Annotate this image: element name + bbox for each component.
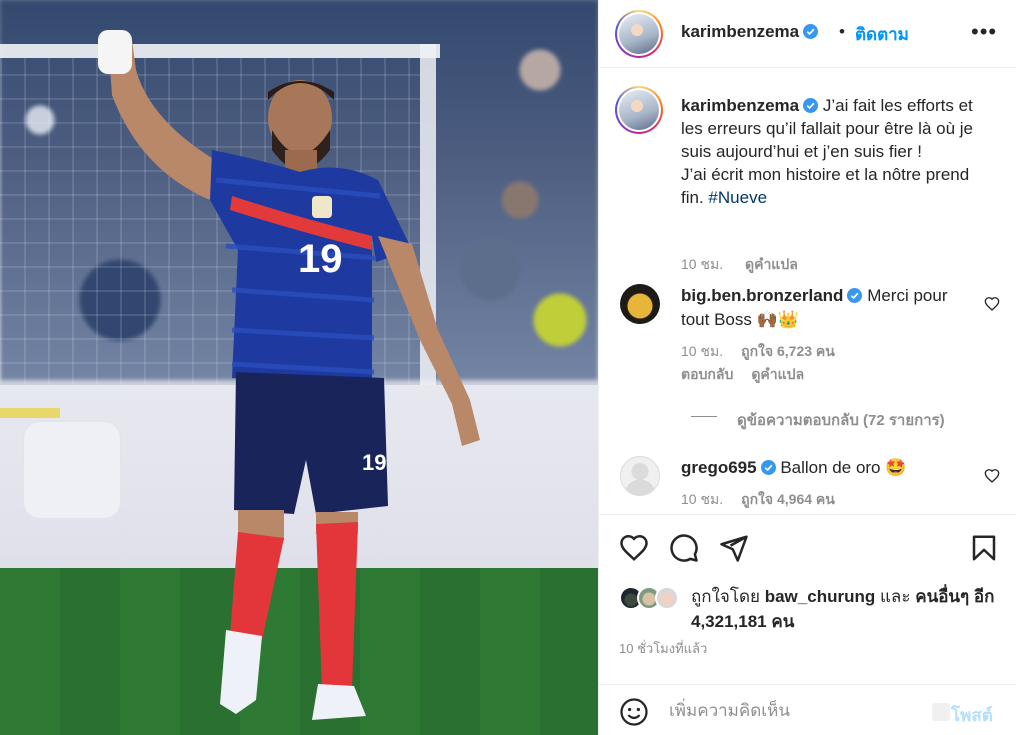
commenter-avatar[interactable] (620, 284, 660, 324)
comment-input[interactable] (669, 695, 924, 727)
comment-like-heart-icon[interactable] (984, 468, 1000, 484)
more-options-icon[interactable]: ••• (971, 14, 997, 50)
liked-by-text: ถูกใจโดย baw_churung และ คนอื่นๆ อีก 4,3… (691, 584, 1001, 634)
share-paper-plane-icon[interactable] (719, 533, 749, 563)
emoji-icon[interactable] (619, 697, 649, 727)
replies-divider (691, 416, 717, 417)
comments-list[interactable]: karimbenzema J’ai fait les efforts et le… (599, 68, 1016, 514)
liker-avatar[interactable] (655, 586, 679, 610)
post-header: karimbenzema • ติดตาม ••• (599, 0, 1016, 68)
commenter-avatar[interactable] (620, 456, 660, 496)
hashtag-link[interactable]: #Nueve (708, 188, 767, 207)
verified-badge-icon (847, 288, 863, 303)
comment-like-heart-icon[interactable] (984, 296, 1000, 312)
verified-badge-icon (760, 460, 776, 475)
comment-meta: 10 ชม. ถูกใจ 4,964 คน (681, 488, 853, 511)
reply-button[interactable]: ตอบกลับ (681, 366, 733, 382)
separator-dot: • (839, 22, 845, 41)
post-image[interactable]: 19 19 (0, 0, 598, 735)
post-timestamp[interactable]: 10 ชั่วโมงที่แล้ว (619, 638, 707, 659)
caption-time: 10 ชม. (681, 256, 724, 272)
caption-meta: 10 ชม. ดูคำแปล (681, 254, 816, 276)
liked-by-user[interactable]: baw_churung (765, 587, 876, 606)
liked-by-and: และ (879, 587, 911, 606)
comment-translate-link[interactable]: ดูคำแปล (751, 366, 804, 382)
player-figure: 19 19 (98, 30, 480, 720)
caption-author-avatar[interactable] (615, 86, 663, 134)
comment-text: big.ben.bronzerland Merci pour tout Boss… (681, 284, 966, 332)
like-heart-icon[interactable] (619, 533, 649, 563)
save-bookmark-icon[interactable] (969, 533, 999, 563)
caption-translate-link[interactable]: ดูคำแปล (745, 256, 798, 272)
comment-time: 10 ชม. (681, 491, 724, 507)
commenter-username[interactable]: big.ben.bronzerland (681, 286, 863, 305)
author-avatar[interactable] (615, 10, 663, 58)
view-replies-link[interactable]: ดูข้อความตอบกลับ (72 รายการ) (737, 408, 945, 432)
comment-time: 10 ชม. (681, 343, 724, 359)
verified-badge-icon (803, 98, 819, 113)
post-sidebar: karimbenzema • ติดตาม ••• karimbenzema J… (598, 0, 1016, 735)
svg-text:19: 19 (298, 237, 343, 281)
comment-body: Ballon de oro 🤩 (780, 458, 907, 477)
follow-button[interactable]: ติดตาม (855, 21, 909, 48)
verified-badge-icon (803, 24, 819, 39)
caption-text: karimbenzema J’ai fait les efforts et le… (681, 94, 981, 209)
comment-likes[interactable]: ถูกใจ 6,723 คน (741, 343, 835, 359)
input-resize-icon (932, 703, 950, 721)
post-comment-button[interactable]: โพสต์ (951, 702, 993, 729)
commenter-username[interactable]: grego695 (681, 458, 776, 477)
caption-username[interactable]: karimbenzema (681, 96, 819, 115)
svg-text:19: 19 (362, 450, 386, 475)
comment-text: grego695 Ballon de oro 🤩 (681, 456, 966, 480)
action-bar (599, 514, 1016, 580)
comment-likes[interactable]: ถูกใจ 4,964 คน (741, 491, 835, 507)
add-comment-bar: โพสต์ (599, 684, 1016, 735)
liked-by-prefix: ถูกใจโดย (691, 587, 760, 606)
comment-meta: 10 ชม. ถูกใจ 6,723 คน ตอบกลับ ดูคำแปล (681, 340, 941, 386)
author-username[interactable]: karimbenzema (681, 22, 819, 42)
comment-bubble-icon[interactable] (669, 533, 699, 563)
